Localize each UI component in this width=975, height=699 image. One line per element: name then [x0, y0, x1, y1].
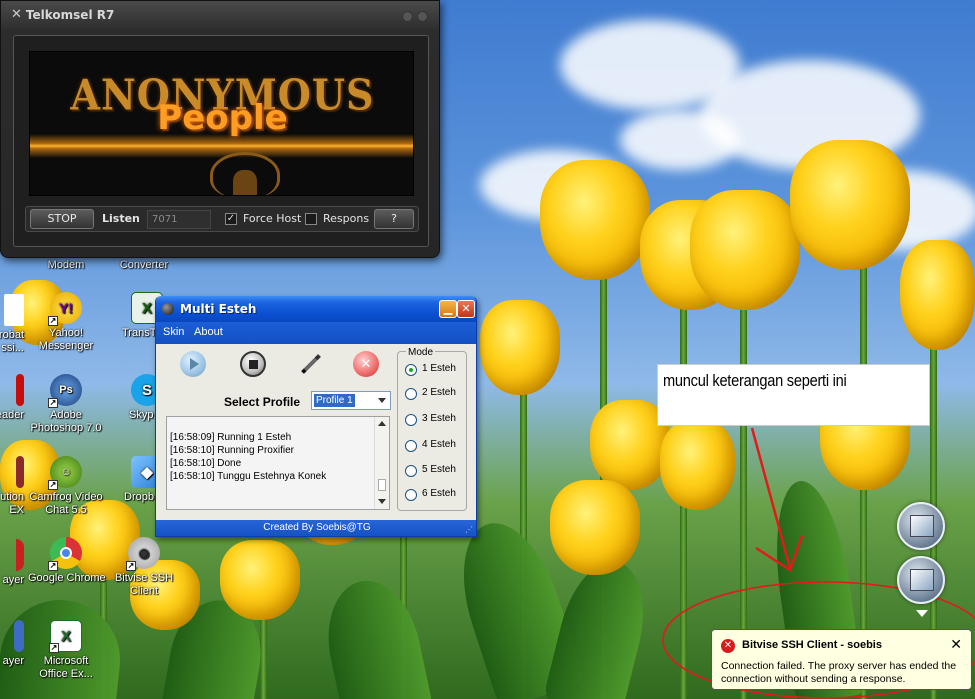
expand-down-icon[interactable]: [916, 610, 928, 617]
annotation-arrow: [750, 427, 792, 569]
annotation-arrowhead: [755, 535, 804, 572]
annotation-overlay: [662, 427, 975, 699]
close-icon[interactable]: ✕: [950, 637, 962, 653]
balloon-title: Bitvise SSH Client - soebis: [742, 639, 882, 651]
gadget-button[interactable]: [897, 556, 945, 604]
picture-icon: [910, 515, 934, 537]
error-icon: ✕: [721, 639, 735, 653]
notification-balloon[interactable]: ✕ Bitvise SSH Client - soebis ✕ Connecti…: [711, 629, 972, 690]
balloon-message: Connection failed. The proxy server has …: [721, 660, 957, 685]
gadget-button[interactable]: [897, 502, 945, 550]
monitor-icon: [910, 569, 934, 591]
